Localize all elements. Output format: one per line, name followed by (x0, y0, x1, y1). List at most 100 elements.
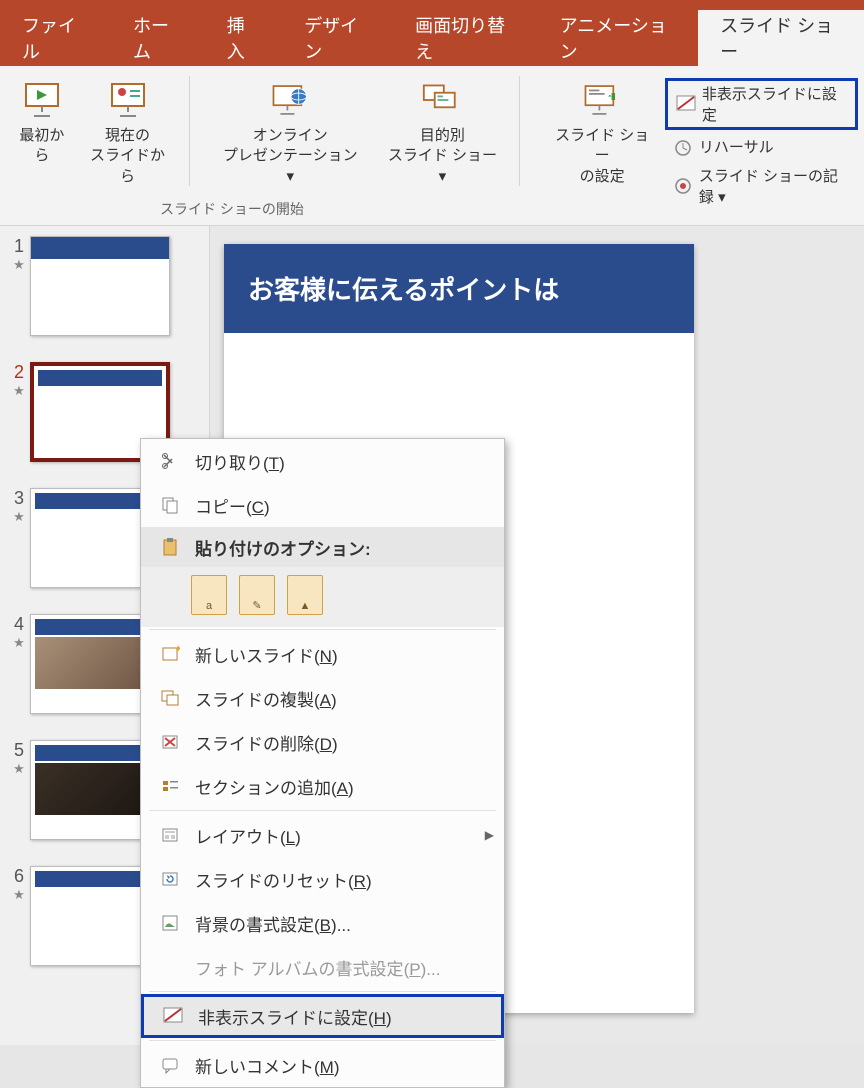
record-icon (673, 177, 693, 195)
hide-slide-label: 非表示スライドに設定 (702, 83, 847, 125)
from-current-label-2: スライドから (86, 146, 170, 187)
context-menu: 切り取り(T) コピー(C) 貼り付けのオプション: a ✎ ▲ ✦ 新しいスラ… (140, 438, 505, 1088)
cm-separator (149, 810, 496, 811)
cm-duplicate[interactable]: スライドの複製(A) (141, 676, 504, 720)
titlebar (0, 0, 864, 10)
new-slide-icon: ✦ (155, 644, 185, 664)
cm-photo-album: フォト アルバムの書式設定(P)... (141, 945, 504, 989)
setup-slideshow-icon (582, 80, 622, 120)
submenu-arrow-icon: ▶ (485, 828, 494, 842)
cm-new-slide-label: 新しいスライド(N) (185, 642, 494, 667)
animation-indicator-icon: ★ (8, 383, 30, 399)
cm-paste-options: 貼り付けのオプション: (141, 527, 504, 567)
svg-text:✦: ✦ (174, 644, 180, 655)
cm-delete[interactable]: スライドの削除(D) (141, 720, 504, 764)
online-label-2: プレゼンテーション ▾ (222, 146, 358, 187)
from-current-button[interactable]: 現在の スライドから (78, 76, 178, 191)
record-label: スライド ショーの記録 ▾ (699, 165, 850, 207)
cm-layout-label: レイアウト(L) (185, 823, 485, 848)
reset-icon (155, 869, 185, 889)
paste-picture-button[interactable]: ▲ (287, 575, 323, 615)
thumb-number: 3 (8, 488, 30, 509)
from-beginning-label: 最初から (14, 126, 70, 167)
cm-layout[interactable]: レイアウト(L) ▶ (141, 813, 504, 857)
cm-reset[interactable]: スライドのリセット(R) (141, 857, 504, 901)
setup-slideshow-button[interactable]: スライド ショー の設定 (531, 76, 664, 191)
cm-cut[interactable]: 切り取り(T) (141, 439, 504, 483)
delete-slide-icon (155, 732, 185, 752)
slide-thumbnail-1[interactable] (30, 236, 170, 336)
cm-photo-album-label: フォト アルバムの書式設定(P)... (185, 955, 494, 980)
cm-add-section-label: セクションの追加(A) (185, 774, 494, 799)
online-presentation-button[interactable]: オンライン プレゼンテーション ▾ (202, 76, 378, 191)
cm-paste-options-label: 貼り付けのオプション: (185, 535, 494, 560)
tab-slideshow[interactable]: スライド ショー (698, 10, 864, 66)
cm-paste-row: a ✎ ▲ (141, 567, 504, 627)
custom-label-2: スライド ショー ▾ (386, 146, 498, 187)
animation-indicator-icon: ★ (8, 635, 30, 651)
record-button[interactable]: スライド ショーの記録 ▾ (665, 163, 858, 209)
tab-design[interactable]: デザイン (282, 10, 393, 66)
tab-file[interactable]: ファイル (0, 10, 111, 66)
copy-icon (155, 495, 185, 515)
cm-new-slide[interactable]: ✦ 新しいスライド(N) (141, 632, 504, 676)
hide-slide-button[interactable]: 非表示スライドに設定 (665, 78, 858, 130)
thumb-number: 4 (8, 614, 30, 635)
cm-separator (149, 991, 496, 992)
cm-delete-label: スライドの削除(D) (185, 730, 494, 755)
scissors-icon (155, 451, 185, 471)
tab-transitions[interactable]: 画面切り替え (393, 10, 537, 66)
cm-copy[interactable]: コピー(C) (141, 483, 504, 527)
ribbon-separator-2 (519, 76, 520, 186)
paste-keep-formatting-button[interactable]: a (191, 575, 227, 615)
custom-label-1: 目的別 (420, 126, 465, 146)
hide-slide-icon (676, 95, 696, 113)
tab-home[interactable]: ホーム (111, 10, 205, 66)
cm-copy-label: コピー(C) (185, 493, 494, 518)
cm-duplicate-label: スライドの複製(A) (185, 686, 494, 711)
setup-label-2: の設定 (580, 167, 625, 187)
play-from-current-icon (108, 80, 148, 120)
ribbon-separator (189, 76, 190, 186)
cm-format-bg-label: 背景の書式設定(B)... (185, 911, 494, 936)
thumb-number: 2 (8, 362, 30, 383)
thumb-number: 5 (8, 740, 30, 761)
paste-use-destination-button[interactable]: ✎ (239, 575, 275, 615)
clock-icon (673, 138, 693, 156)
play-from-start-icon (22, 80, 62, 120)
section-icon (155, 776, 185, 796)
animation-indicator-icon: ★ (8, 887, 30, 903)
rehearse-label: リハーサル (699, 136, 774, 157)
tab-insert[interactable]: 挿入 (205, 10, 282, 66)
tab-animations[interactable]: アニメーション (538, 10, 699, 66)
animation-indicator-icon: ★ (8, 509, 30, 525)
custom-slideshow-button[interactable]: 目的別 スライド ショー ▾ (378, 76, 506, 191)
setup-label-1: スライド ショー (551, 126, 652, 167)
layout-icon (155, 825, 185, 845)
cm-separator (149, 1040, 496, 1041)
comment-icon (155, 1055, 185, 1075)
slide-title[interactable]: お客様に伝えるポイントは (224, 244, 694, 333)
format-bg-icon (155, 913, 185, 933)
ribbon: 最初から 現在の スライドから オンライン プレゼンテーション ▾ 目的別 スラ… (0, 66, 864, 226)
cm-new-comment-label: 新しいコメント(M) (185, 1053, 494, 1078)
rehearse-button[interactable]: リハーサル (665, 134, 858, 159)
cm-format-background[interactable]: 背景の書式設定(B)... (141, 901, 504, 945)
cm-hide-slide-label: 非表示スライドに設定(H) (188, 1004, 491, 1029)
thumbnail-row[interactable]: 1★ (8, 236, 201, 336)
cm-separator (149, 629, 496, 630)
from-beginning-button[interactable]: 最初から (6, 76, 78, 171)
from-current-label-1: 現在の (105, 126, 150, 146)
group-label-start: スライド ショーの開始 (160, 199, 304, 219)
ribbon-tabs: ファイル ホーム 挿入 デザイン 画面切り替え アニメーション スライド ショー (0, 10, 864, 66)
duplicate-icon (155, 688, 185, 708)
cm-add-section[interactable]: セクションの追加(A) (141, 764, 504, 808)
animation-indicator-icon: ★ (8, 257, 30, 273)
cm-new-comment[interactable]: 新しいコメント(M) (141, 1043, 504, 1087)
clipboard-icon (155, 537, 185, 557)
thumb-number: 1 (8, 236, 30, 257)
online-label-1: オンライン (253, 126, 328, 146)
cm-hide-slide[interactable]: 非表示スライドに設定(H) (141, 994, 504, 1038)
hide-slide-icon (158, 1007, 188, 1025)
custom-slideshow-icon (422, 80, 462, 120)
